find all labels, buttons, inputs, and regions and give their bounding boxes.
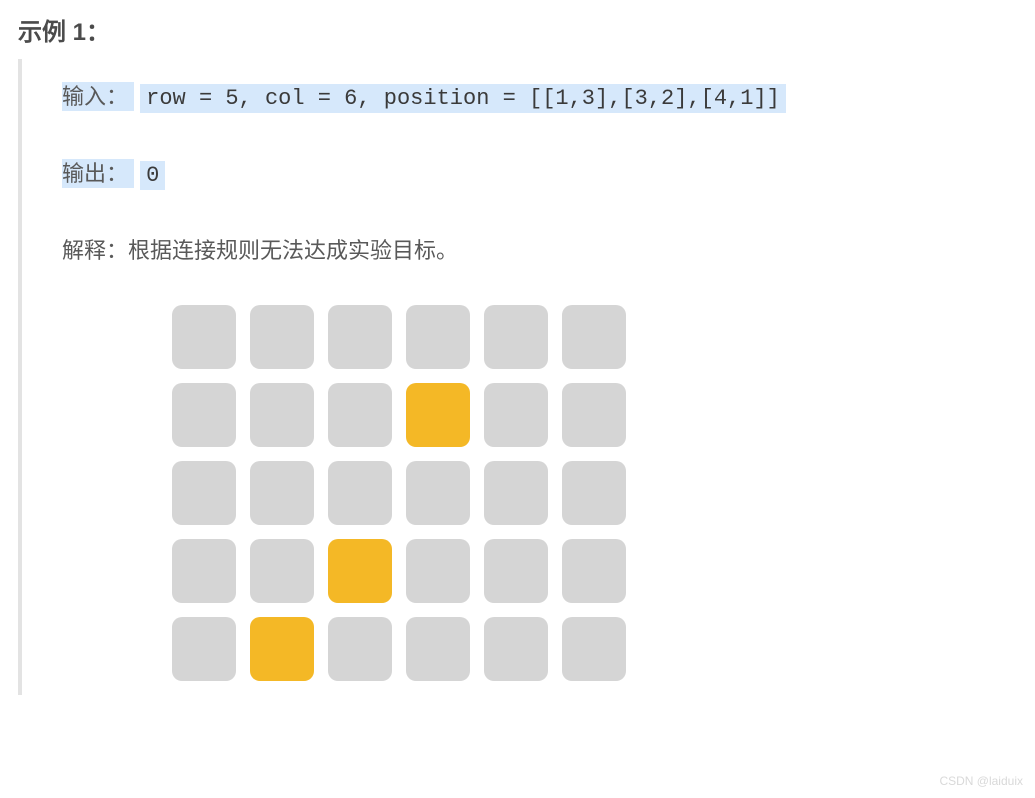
input-label: 输入：: [62, 82, 134, 111]
grid-cell-active: [328, 539, 392, 603]
grid-cell: [172, 461, 236, 525]
grid-cell-active: [250, 617, 314, 681]
grid-cell: [484, 305, 548, 369]
grid-cell: [406, 461, 470, 525]
output-label: 输出：: [62, 159, 134, 188]
grid-cell: [484, 461, 548, 525]
grid-cell-active: [406, 383, 470, 447]
output-value: 0: [140, 161, 165, 190]
grid-cell: [250, 383, 314, 447]
grid-row: [172, 383, 626, 447]
grid-cell: [328, 461, 392, 525]
grid-cell: [562, 461, 626, 525]
grid-cell: [250, 461, 314, 525]
input-value: row = 5, col = 6, position = [[1,3],[3,2…: [140, 84, 786, 113]
grid-cell: [250, 539, 314, 603]
grid-row: [172, 305, 626, 369]
explain-label: 解释：: [62, 238, 128, 263]
grid-cell: [328, 305, 392, 369]
input-line: 输入： row = 5, col = 6, position = [[1,3],…: [62, 79, 1035, 116]
grid-cell: [562, 539, 626, 603]
grid-cell: [172, 539, 236, 603]
grid-cell: [172, 305, 236, 369]
grid-cell: [406, 617, 470, 681]
grid-row: [172, 539, 626, 603]
grid-wrap: [62, 305, 1035, 695]
grid-cell: [406, 539, 470, 603]
grid-cell: [562, 617, 626, 681]
example-block: 输入： row = 5, col = 6, position = [[1,3],…: [18, 59, 1035, 695]
grid-cell: [406, 305, 470, 369]
explain-line: 解释：根据连接规则无法达成实验目标。: [62, 233, 1035, 265]
grid-cell: [484, 383, 548, 447]
grid-cell: [562, 383, 626, 447]
grid-cell: [328, 617, 392, 681]
grid-cell: [484, 539, 548, 603]
grid-cell: [328, 383, 392, 447]
watermark: CSDN @laiduix: [939, 774, 1023, 788]
grid-cell: [562, 305, 626, 369]
grid-row: [172, 461, 626, 525]
explain-text: 根据连接规则无法达成实验目标。: [128, 238, 458, 263]
output-line: 输出： 0: [62, 156, 1035, 193]
grid-cell: [484, 617, 548, 681]
grid-cell: [250, 305, 314, 369]
grid-cell: [172, 383, 236, 447]
example-heading: 示例 1：: [0, 0, 1035, 59]
grid: [172, 305, 626, 695]
grid-cell: [172, 617, 236, 681]
grid-row: [172, 617, 626, 681]
